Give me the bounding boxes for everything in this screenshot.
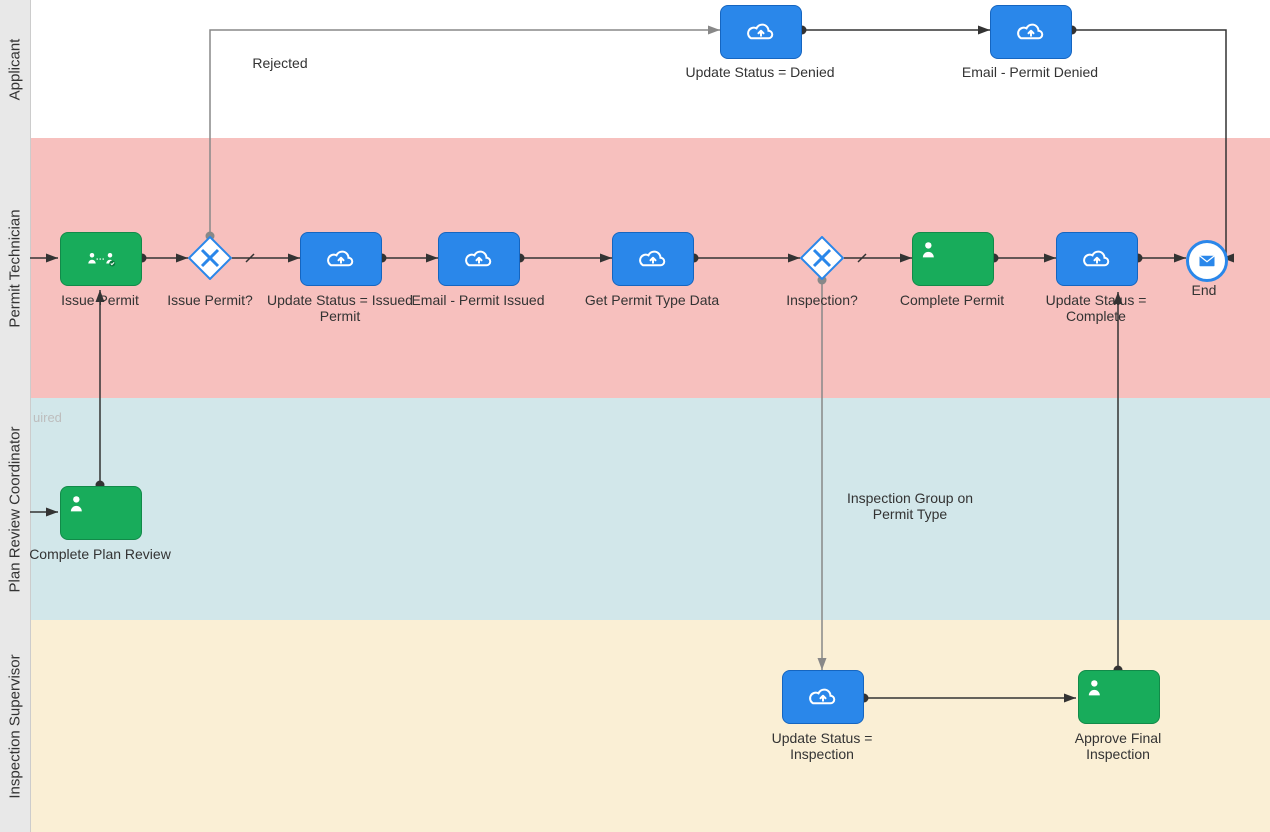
label-get-permit-type: Get Permit Type Data [577, 292, 727, 308]
task-get-permit-type[interactable] [612, 232, 694, 286]
lane-label-permit: Permit Technician [7, 209, 24, 327]
label-end-event: End [1129, 282, 1270, 298]
label-gateway-inspection: Inspection? [747, 292, 897, 308]
label-complete-permit: Complete Permit [877, 292, 1027, 308]
task-update-status-complete[interactable] [1056, 232, 1138, 286]
task-complete-plan-review[interactable] [60, 486, 142, 540]
label-update-status-denied: Update Status = Denied [685, 64, 835, 80]
label-gateway-issue-permit: Issue Permit? [135, 292, 285, 308]
edge-label-inspection-group: Inspection Group on Permit Type [830, 490, 990, 522]
lane-label-plan: Plan Review Coordinator [7, 426, 24, 592]
cloud-icon [746, 20, 776, 44]
task-update-status-inspection[interactable] [782, 670, 864, 724]
cloud-icon [638, 247, 668, 271]
lane-label-wrap-applicant: Applicant [0, 0, 31, 138]
lane-inspection: Inspection Supervisor [0, 620, 1270, 832]
message-end-icon [1198, 254, 1216, 268]
lane-label-wrap-permit: Permit Technician [0, 138, 31, 398]
label-update-status-inspection: Update Status = Inspection [747, 730, 897, 762]
gateway-issue-permit[interactable] [188, 236, 232, 280]
label-complete-plan-review: Complete Plan Review [25, 546, 175, 562]
user-task-icon [921, 239, 943, 261]
xor-gateway-icon [188, 236, 232, 280]
user-reassign-icon [86, 247, 116, 271]
cloud-icon [326, 247, 356, 271]
user-task-icon [1087, 677, 1109, 699]
task-issue-permit[interactable] [60, 232, 142, 286]
xor-gateway-icon [800, 236, 844, 280]
lane-plan-review: Plan Review Coordinator [0, 398, 1270, 620]
task-approve-final-inspection[interactable] [1078, 670, 1160, 724]
task-update-status-issued[interactable] [300, 232, 382, 286]
lane-label-inspection: Inspection Supervisor [7, 654, 24, 798]
cloud-icon [808, 685, 838, 709]
gateway-inspection[interactable] [800, 236, 844, 280]
cloud-icon [1016, 20, 1046, 44]
user-task-icon [69, 493, 91, 515]
cloud-icon [464, 247, 494, 271]
task-email-permit-denied[interactable] [990, 5, 1072, 59]
task-update-status-denied[interactable] [720, 5, 802, 59]
label-email-permit-denied: Email - Permit Denied [955, 64, 1105, 80]
lane-label-applicant: Applicant [7, 38, 24, 100]
label-email-permit-issued: Email - Permit Issued [403, 292, 553, 308]
lane-label-wrap-inspection: Inspection Supervisor [0, 620, 31, 832]
watermark-text: uired [33, 410, 62, 425]
label-update-status-issued: Update Status = Issued Permit [265, 292, 415, 324]
label-approve-final-inspection: Approve Final Inspection [1043, 730, 1193, 762]
task-complete-permit[interactable] [912, 232, 994, 286]
task-email-permit-issued[interactable] [438, 232, 520, 286]
lane-label-wrap-plan: Plan Review Coordinator [0, 398, 31, 620]
end-event[interactable] [1186, 240, 1228, 282]
cloud-icon [1082, 247, 1112, 271]
edge-label-rejected: Rejected [240, 55, 320, 71]
